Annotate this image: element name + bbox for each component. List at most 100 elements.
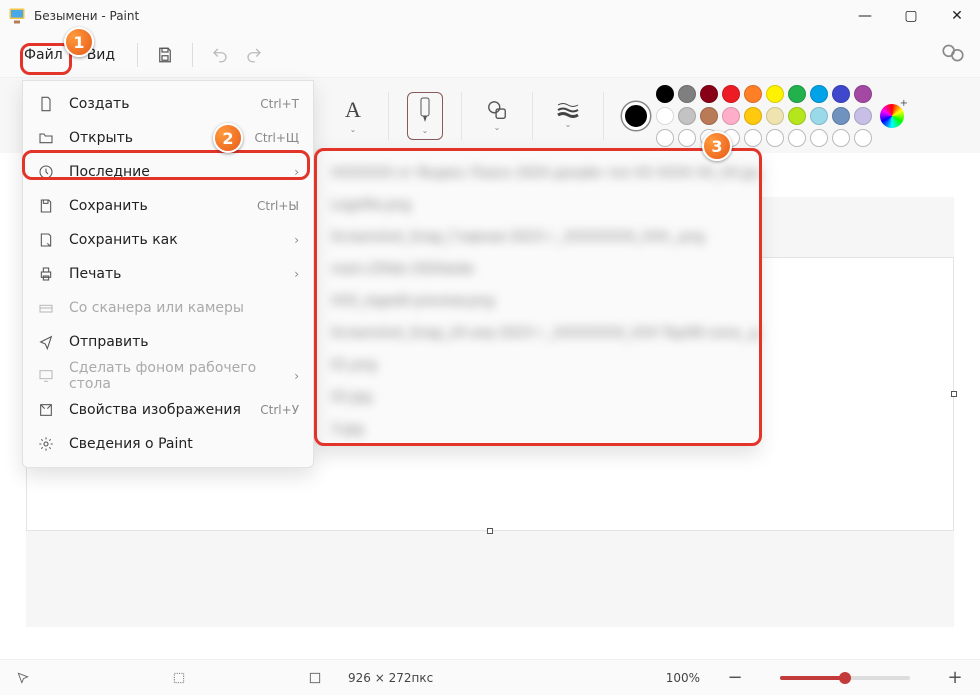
resize-handle-bottom[interactable]: [487, 528, 493, 534]
stroke-tool[interactable]: ⌄: [551, 91, 585, 141]
menu-save[interactable]: Сохранить Ctrl+Ы: [23, 189, 313, 223]
chevron-right-icon: ›: [294, 267, 299, 281]
copilot-icon[interactable]: [940, 40, 966, 66]
label: Со сканера или камеры: [69, 300, 244, 316]
canvas-size: 926 × 272пкс: [348, 671, 433, 685]
properties-icon: [37, 401, 55, 419]
color-swatch[interactable]: [832, 85, 850, 103]
recent-file-item[interactable]: XXXXXXX от Яндекс Поиск 2024 дизайн тел …: [315, 157, 759, 189]
recent-file-item[interactable]: main-25feb-1920wide: [315, 253, 759, 285]
recent-file-item[interactable]: XXX_regedit-preview.png: [315, 285, 759, 317]
label: Свойства изображения: [69, 402, 241, 418]
separator: [137, 43, 138, 67]
recent-file-item[interactable]: 01.png: [315, 349, 759, 381]
color-swatch[interactable]: [854, 107, 872, 125]
zoom-out-button[interactable]: −: [724, 667, 746, 688]
separator: [388, 92, 389, 140]
color-swatch[interactable]: [722, 107, 740, 125]
color-swatch-empty[interactable]: [766, 129, 784, 147]
scanner-icon: [37, 299, 55, 317]
recent-file-item[interactable]: Logofile.png: [315, 189, 759, 221]
canvas-size-icon: [306, 671, 324, 685]
color-swatch[interactable]: [810, 85, 828, 103]
label: Сведения о Paint: [69, 436, 193, 452]
resize-handle-right[interactable]: [951, 391, 957, 397]
color-swatch-empty[interactable]: [810, 129, 828, 147]
color-swatch[interactable]: [854, 85, 872, 103]
menu-open[interactable]: Открыть Ctrl+Щ: [23, 121, 313, 155]
color-swatch[interactable]: [700, 85, 718, 103]
minimize-button[interactable]: —: [842, 0, 888, 32]
print-icon: [37, 265, 55, 283]
close-button[interactable]: ✕: [934, 0, 980, 32]
menu-share[interactable]: Отправить: [23, 325, 313, 359]
color-swatch[interactable]: [700, 107, 718, 125]
label: Печать: [69, 266, 121, 282]
separator: [461, 92, 462, 140]
annotation-badge-2: 2: [213, 123, 243, 153]
text-tool[interactable]: A⌄: [336, 91, 370, 141]
undo-icon[interactable]: [203, 38, 237, 72]
color-picker-icon[interactable]: [880, 104, 904, 128]
annotation-badge-1: 1: [64, 27, 94, 57]
save-icon[interactable]: [148, 38, 182, 72]
save-icon: [37, 197, 55, 215]
label: Отправить: [69, 334, 149, 350]
window-title: Безымени - Paint: [34, 9, 139, 23]
recent-files-submenu: XXXXXXX от Яндекс Поиск 2024 дизайн тел …: [314, 148, 760, 446]
menu-save-as[interactable]: Сохранить как ›: [23, 223, 313, 257]
window-controls: — ▢ ✕: [842, 0, 980, 32]
color-swatch-empty[interactable]: [854, 129, 872, 147]
separator: [603, 92, 604, 140]
chevron-right-icon: ›: [294, 233, 299, 247]
color-swatch[interactable]: [744, 85, 762, 103]
zoom-slider[interactable]: [780, 676, 910, 680]
label: Открыть: [69, 130, 133, 146]
color-swatch[interactable]: [678, 85, 696, 103]
recent-file-item[interactable]: Screenshot_Snap_24 апр 2023 г._XXXXXXXX_…: [315, 317, 759, 349]
gear-icon: [37, 435, 55, 453]
maximize-button[interactable]: ▢: [888, 0, 934, 32]
menu-properties[interactable]: Свойства изображения Ctrl+У: [23, 393, 313, 427]
shapes-tool[interactable]: ⌄: [480, 91, 514, 141]
desktop-icon: [37, 367, 55, 385]
color-swatch[interactable]: [744, 107, 762, 125]
menu-recent[interactable]: Последние ›: [23, 155, 313, 189]
label: Сделать фоном рабочего стола: [69, 360, 280, 392]
color-swatch[interactable]: [766, 107, 784, 125]
redo-icon[interactable]: [237, 38, 271, 72]
menu-about[interactable]: Сведения о Paint: [23, 427, 313, 461]
annotation-badge-3: 3: [702, 131, 732, 161]
shortcut: Ctrl+Ы: [257, 199, 299, 213]
color-swatch[interactable]: [810, 107, 828, 125]
color-swatch[interactable]: [656, 85, 674, 103]
title-bar: Безымени - Paint — ▢ ✕: [0, 0, 980, 32]
color-swatch[interactable]: [722, 85, 740, 103]
color-swatch-empty[interactable]: [744, 129, 762, 147]
color-swatch[interactable]: [788, 107, 806, 125]
color-swatch-empty[interactable]: [656, 129, 674, 147]
recent-file-item[interactable]: Screenshot_Snap_Главная 2023 г._XXXXXXXX…: [315, 221, 759, 253]
recent-file-item[interactable]: 02.jpg: [315, 381, 759, 413]
brush-tool[interactable]: ⌄: [407, 92, 443, 140]
zoom-in-button[interactable]: +: [944, 667, 966, 688]
recent-file-item[interactable]: 3.jpg: [315, 413, 759, 445]
color-swatch-empty[interactable]: [832, 129, 850, 147]
app-icon: [8, 7, 26, 25]
color-swatch-empty[interactable]: [788, 129, 806, 147]
color-swatch-empty[interactable]: [678, 129, 696, 147]
color-swatch[interactable]: [656, 107, 674, 125]
color-swatch[interactable]: [766, 85, 784, 103]
chevron-right-icon: ›: [294, 369, 299, 383]
menu-new[interactable]: Создать Ctrl+Т: [23, 87, 313, 121]
color-swatch[interactable]: [788, 85, 806, 103]
label: Сохранить: [69, 198, 148, 214]
share-icon: [37, 333, 55, 351]
color-swatch[interactable]: [832, 107, 850, 125]
current-color[interactable]: [622, 102, 650, 130]
separator: [192, 43, 193, 67]
color-palette: [656, 85, 872, 147]
color-swatch[interactable]: [678, 107, 696, 125]
file-icon: [37, 95, 55, 113]
menu-print[interactable]: Печать ›: [23, 257, 313, 291]
